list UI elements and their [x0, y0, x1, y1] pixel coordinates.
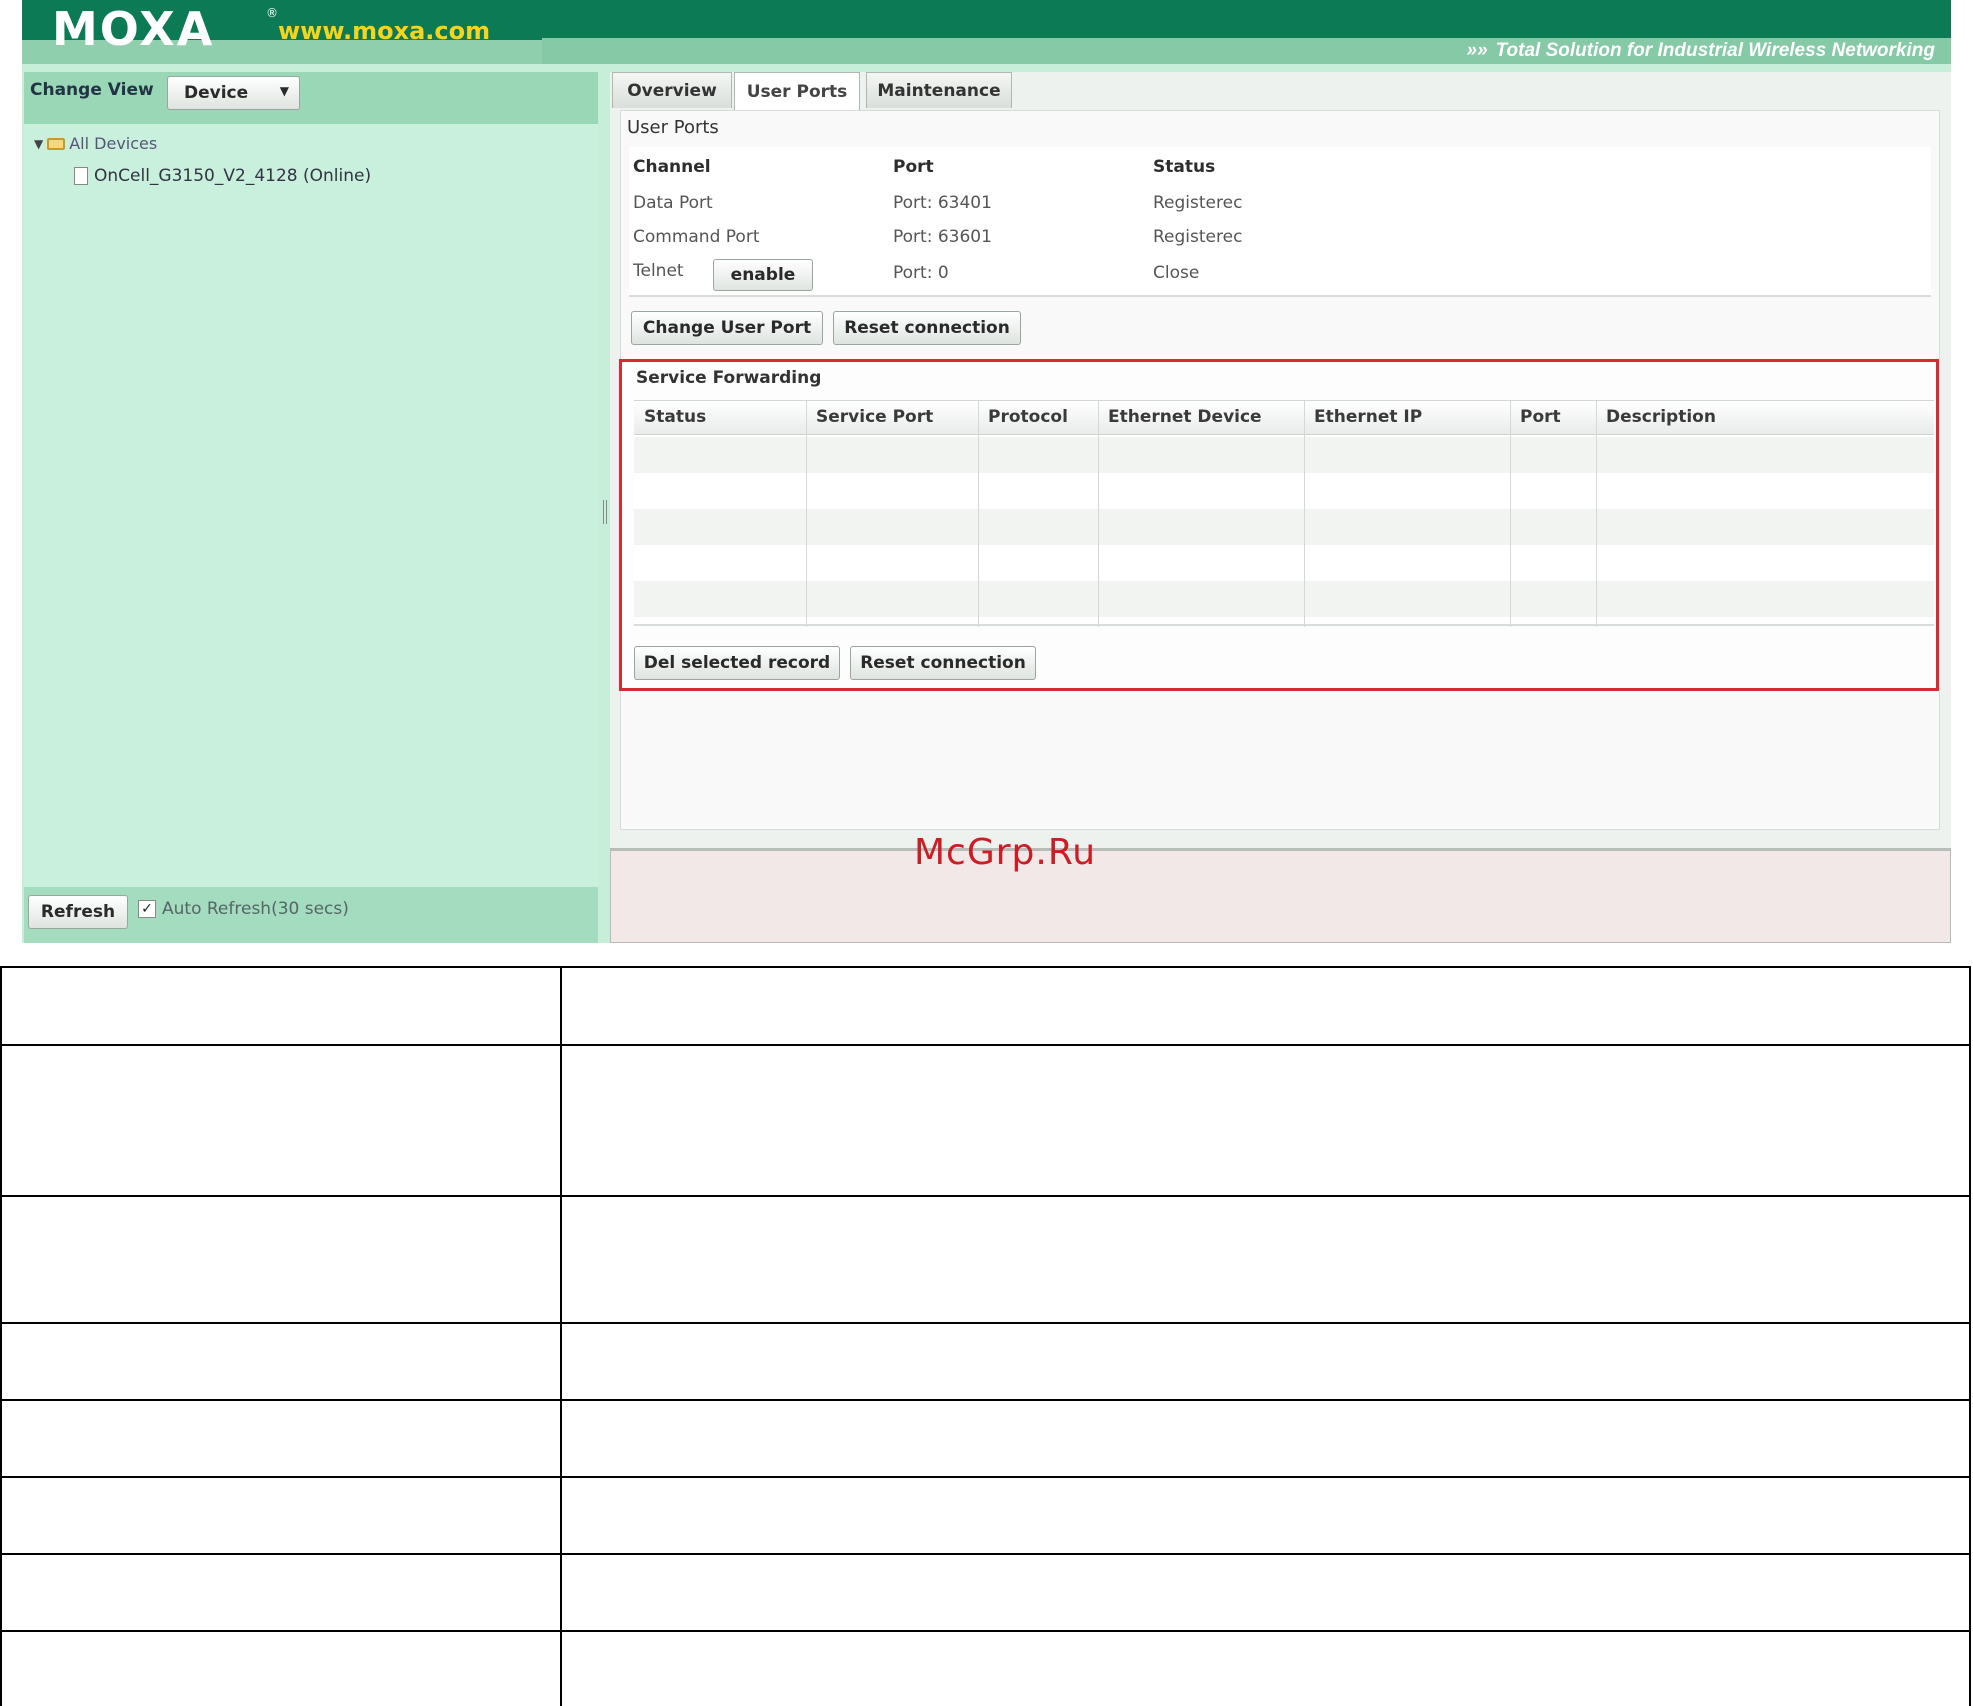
- telnet-enable-button[interactable]: enable: [713, 259, 813, 291]
- service-forwarding-grid[interactable]: Status Service Port Protocol Ethernet De…: [634, 400, 1934, 627]
- table-row: [0, 1630, 1971, 1706]
- header-tagline: »» Total Solution for Industrial Wireless…: [1467, 40, 1935, 62]
- panel-splitter[interactable]: [600, 72, 610, 943]
- table-cell: [0, 1322, 562, 1401]
- column-header-ethernet-ip[interactable]: Ethernet IP: [1314, 407, 1504, 427]
- splitter-grip-icon[interactable]: [603, 500, 607, 524]
- table-cell: [0, 1476, 562, 1555]
- reset-connection-button[interactable]: Reset connection: [833, 311, 1021, 345]
- table-row: [0, 1322, 1971, 1401]
- table-cell: [0, 1630, 562, 1706]
- app-header: MOXA ® www.moxa.com »» Total Solution for…: [22, 0, 1951, 64]
- table-row: [0, 1195, 1971, 1324]
- watermark: McGrp.Ru: [914, 832, 1097, 873]
- tree-node-all-devices[interactable]: ▼ All Devices: [34, 134, 157, 153]
- auto-refresh-toggle[interactable]: ✓ Auto Refresh(30 secs): [138, 899, 349, 919]
- section-title: User Ports: [627, 117, 719, 138]
- channel-cell: Data Port: [633, 193, 713, 213]
- table-row: [0, 1553, 1971, 1632]
- service-forwarding-section: Service Forwarding Status Service Port P…: [619, 359, 1939, 691]
- column-header-service-port[interactable]: Service Port: [816, 407, 976, 427]
- user-ports-table: Channel Port Status Data Port Port: 6340…: [629, 147, 1931, 297]
- channel-cell: Telnet: [633, 261, 684, 281]
- logo-registered-mark: ®: [266, 6, 278, 20]
- chevron-down-icon: ▼: [279, 84, 289, 98]
- table-row: [0, 966, 1971, 1046]
- column-divider[interactable]: [1098, 401, 1099, 627]
- change-view-bar: Change View Device ▼: [24, 72, 598, 124]
- table-row: [0, 1044, 1971, 1197]
- document-icon: [74, 167, 88, 185]
- table-cell: [0, 1553, 562, 1632]
- service-forwarding-title: Service Forwarding: [636, 368, 822, 388]
- table-cell: [560, 1553, 1971, 1632]
- main-content-panel: Overview User Ports Maintenance User Por…: [610, 72, 1951, 943]
- table-cell: [560, 1399, 1971, 1478]
- table-cell: [560, 1630, 1971, 1706]
- table-cell: [560, 1476, 1971, 1555]
- del-selected-record-button[interactable]: Del selected record: [634, 646, 840, 680]
- change-view-label: Change View: [30, 80, 154, 100]
- table-cell: [560, 1044, 1971, 1197]
- column-header-channel: Channel: [633, 157, 711, 177]
- column-header-port: Port: [893, 157, 934, 177]
- table-row: [0, 1476, 1971, 1555]
- table-row: [0, 1399, 1971, 1478]
- reset-connection-button[interactable]: Reset connection: [850, 646, 1036, 680]
- grid-header-row: Status Service Port Protocol Ethernet De…: [634, 401, 1934, 435]
- auto-refresh-checkbox[interactable]: ✓: [138, 900, 156, 918]
- column-divider[interactable]: [978, 401, 979, 627]
- table-cell: [560, 1322, 1971, 1401]
- view-select-value: Device: [184, 83, 249, 103]
- status-cell: Close: [1153, 263, 1200, 283]
- port-cell: Port: 63601: [893, 227, 992, 247]
- table-cell: [0, 966, 562, 1046]
- tagline-text: Total Solution for Industrial Wireless N…: [1495, 40, 1935, 61]
- log-area: [610, 848, 1951, 943]
- column-divider[interactable]: [1596, 401, 1597, 627]
- tab-user-ports[interactable]: User Ports: [734, 72, 860, 110]
- table-cell: [560, 966, 1971, 1046]
- port-cell: Port: 0: [893, 263, 949, 283]
- table-cell: [0, 1044, 562, 1197]
- user-ports-card: User Ports Channel Port Status Data Port…: [619, 110, 1940, 830]
- change-user-port-button[interactable]: Change User Port: [631, 311, 823, 345]
- tree-device-label: OnCell_G3150_V2_4128 (Online): [94, 166, 372, 186]
- description-table: [0, 966, 1971, 1706]
- table-cell: [0, 1195, 562, 1324]
- moxa-logo: MOXA: [52, 2, 215, 56]
- tree-root-label: All Devices: [69, 134, 158, 153]
- column-header-port[interactable]: Port: [1520, 407, 1596, 427]
- column-divider[interactable]: [806, 401, 807, 627]
- tab-maintenance[interactable]: Maintenance: [866, 72, 1012, 108]
- folder-icon: [47, 137, 66, 150]
- column-header-ethernet-device[interactable]: Ethernet Device: [1108, 407, 1304, 427]
- tree-node-device[interactable]: OnCell_G3150_V2_4128 (Online): [74, 166, 371, 186]
- port-cell: Port: 63401: [893, 193, 992, 213]
- column-header-status[interactable]: Status: [644, 407, 804, 427]
- view-select-dropdown[interactable]: Device ▼: [167, 76, 300, 110]
- column-header-status: Status: [1153, 157, 1216, 177]
- channel-cell: Command Port: [633, 227, 760, 247]
- table-cell: [0, 1399, 562, 1478]
- website-link[interactable]: www.moxa.com: [278, 17, 490, 45]
- refresh-bar: Refresh ✓ Auto Refresh(30 secs): [24, 887, 598, 943]
- table-cell: [560, 1195, 1971, 1324]
- double-arrow-icon: »»: [1466, 40, 1488, 61]
- column-divider[interactable]: [1510, 401, 1511, 627]
- column-header-protocol[interactable]: Protocol: [988, 407, 1098, 427]
- column-divider[interactable]: [1304, 401, 1305, 627]
- tab-overview[interactable]: Overview: [612, 72, 732, 108]
- device-tree-panel: Change View Device ▼ ▼ All Devices OnCel…: [24, 72, 598, 943]
- status-cell: Registerec: [1153, 227, 1243, 247]
- refresh-button[interactable]: Refresh: [28, 895, 128, 929]
- status-cell: Registerec: [1153, 193, 1243, 213]
- tree-expand-icon[interactable]: ▼: [34, 137, 43, 151]
- screenshot-region: MOXA ® www.moxa.com »» Total Solution for…: [22, 0, 1951, 943]
- column-header-description[interactable]: Description: [1606, 407, 1906, 427]
- auto-refresh-label: Auto Refresh(30 secs): [162, 899, 349, 919]
